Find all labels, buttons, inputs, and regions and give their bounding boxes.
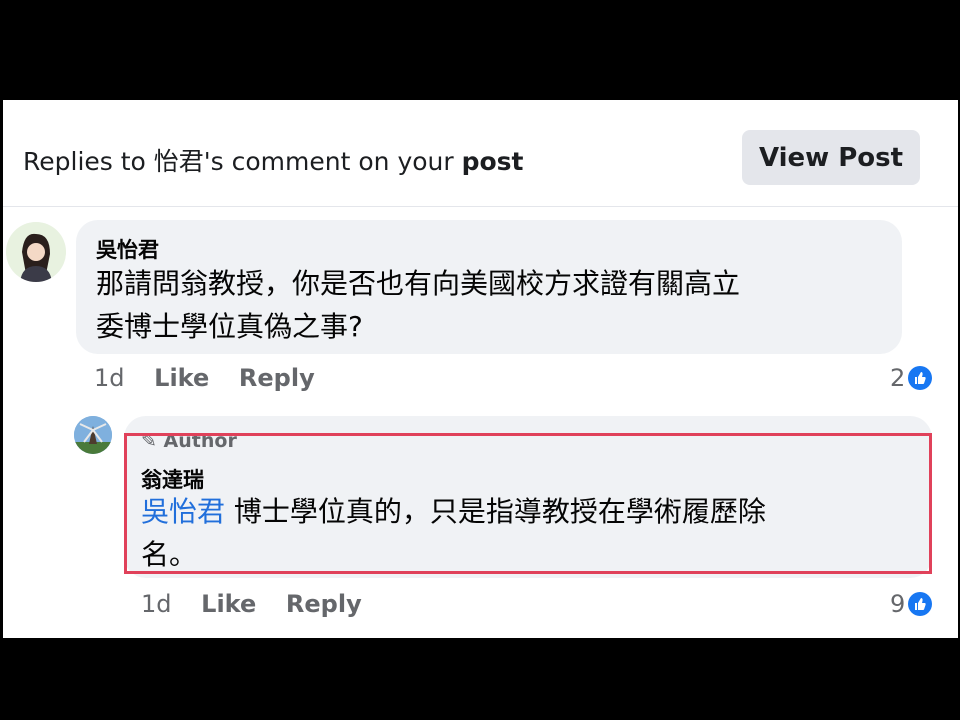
highlight-box bbox=[124, 433, 932, 574]
header: Replies to 怡君's comment on your post Vie… bbox=[3, 100, 958, 207]
reply-button[interactable]: Reply bbox=[286, 590, 362, 618]
commenter-name[interactable]: 吳怡君 bbox=[96, 234, 159, 264]
author-avatar[interactable] bbox=[74, 416, 112, 454]
thumbs-up-icon bbox=[908, 366, 933, 390]
commenter-avatar[interactable] bbox=[6, 222, 66, 282]
view-post-button[interactable]: View Post bbox=[742, 130, 920, 185]
reply-actions: 1d Like Reply bbox=[141, 590, 384, 618]
post-link[interactable]: post bbox=[462, 147, 524, 176]
comment-time: 1d bbox=[94, 364, 125, 392]
page-title: Replies to 怡君's comment on your post bbox=[23, 147, 524, 176]
reply-button[interactable]: Reply bbox=[239, 364, 315, 392]
reaction-count[interactable]: 9 bbox=[890, 590, 933, 618]
comment-text: 那請問翁教授，你是否也有向美國校方求證有關高立 委博士學位真偽之事? bbox=[96, 267, 741, 343]
like-button[interactable]: Like bbox=[154, 364, 209, 392]
like-button[interactable]: Like bbox=[201, 590, 256, 618]
comment-actions: 1d Like Reply bbox=[94, 364, 337, 392]
reaction-count[interactable]: 2 bbox=[890, 364, 933, 392]
thumbs-up-icon bbox=[908, 592, 933, 616]
reply-time: 1d bbox=[141, 590, 172, 618]
